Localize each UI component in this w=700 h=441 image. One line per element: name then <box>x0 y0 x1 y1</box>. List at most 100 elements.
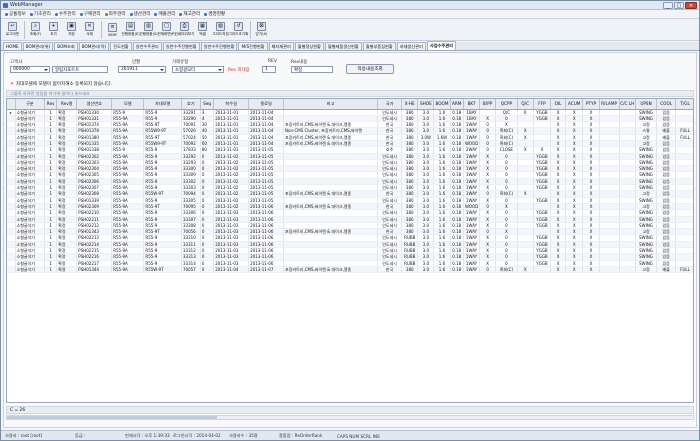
toolbar-button-13[interactable]: ⊠ 닫기(X) <box>253 19 270 40</box>
tab-5[interactable]: 일반수주관리 <box>132 42 162 50</box>
menu-item-6[interactable]: 매출관리 <box>154 11 175 17</box>
tab-1[interactable]: BOM관리(위) <box>22 42 54 50</box>
column-header[interactable]: SHOE <box>417 99 435 110</box>
column-header[interactable]: Rev <box>44 99 58 110</box>
column-header[interactable]: UPSN <box>635 99 658 110</box>
column-header[interactable]: 차대모델 <box>143 99 183 110</box>
menu-item-8[interactable]: 경영현황 <box>204 11 225 17</box>
column-header[interactable]: Q/C <box>517 99 534 110</box>
column-header[interactable]: T/GL <box>675 99 693 110</box>
table-cell: 2013-11-04 <box>213 266 250 274</box>
status-keys: CAPS NUM SCRL INS <box>337 433 380 439</box>
table-cell <box>7 266 16 274</box>
toolbar-button-6[interactable]: ▤ 진행현황(E) <box>121 19 140 40</box>
column-header[interactable]: 착수일 <box>213 99 250 110</box>
column-header[interactable]: OIL <box>550 99 566 110</box>
tab-13[interactable]: 자재생산관리 <box>396 42 426 50</box>
close-button[interactable]: ✕ <box>685 2 697 9</box>
menu-item-2[interactable]: 수주관리 <box>54 11 76 17</box>
tab-12[interactable]: 월별부품집현황 <box>362 42 396 50</box>
tab-8[interactable]: M/S진행현황 <box>238 42 268 50</box>
table-cell: 70057 <box>181 266 201 274</box>
column-header[interactable]: Seq <box>200 99 215 110</box>
tab-10[interactable]: 월별정상현황 <box>294 42 324 50</box>
menu-item-4[interactable]: 외주관리 <box>104 11 126 17</box>
column-header[interactable]: COOL <box>656 99 677 110</box>
tab-9[interactable]: 폐자재관리 <box>268 42 294 50</box>
rev-content-field[interactable]: 확정 <box>291 66 333 73</box>
column-header[interactable]: Rev명 <box>56 99 78 110</box>
status-time: 현재시각 : 오후 1:39:33 <box>125 433 170 438</box>
column-header[interactable]: QCPP <box>495 99 518 110</box>
year-label: 년월 <box>132 60 141 65</box>
column-header[interactable]: 모델 <box>111 99 145 110</box>
toolbar-icon: ⎙ <box>180 22 189 31</box>
close-icon[interactable]: ✕ <box>10 82 14 87</box>
column-header[interactable]: 비고 <box>283 99 379 110</box>
tab-3[interactable]: BOM관리(적) <box>78 42 110 50</box>
column-header[interactable] <box>7 99 16 110</box>
table-cell: 확정 <box>56 266 78 274</box>
toolbar-button-10[interactable]: ▦ 엑셀 <box>194 19 211 40</box>
column-header[interactable]: C/C LH <box>619 99 636 110</box>
scrollbar-thumb[interactable] <box>7 416 217 419</box>
toolbar-button-2[interactable]: + 추가 <box>45 19 62 40</box>
owner-name-field[interactable]: 알림자포트트 <box>52 66 108 73</box>
menu-item-0[interactable]: 공통정보 <box>5 11 26 17</box>
maximize-button[interactable]: □ <box>674 2 684 9</box>
column-header[interactable]: 종료일 <box>248 99 285 110</box>
menu-item-7[interactable]: 재고관리 <box>179 11 200 17</box>
tab-14[interactable]: 사업수주관리 <box>426 41 456 50</box>
column-header[interactable]: 구분 <box>15 99 46 110</box>
tab-6[interactable]: 일반수주진행현황 <box>162 42 200 50</box>
horizontal-scrollbar[interactable] <box>6 415 694 420</box>
menu-item-3[interactable]: 구매관리 <box>79 11 101 17</box>
menu-bullet-icon <box>204 12 208 16</box>
apply-search-button[interactable]: 적용내용조회 <box>346 64 394 74</box>
toolbar-button-9[interactable]: ⎙ 인쇄미리보기 <box>175 19 194 40</box>
toolbar-button-0[interactable]: ↩ 로그아웃 <box>4 19 21 40</box>
column-header[interactable]: 생산번호 <box>76 99 113 110</box>
rev-max-field[interactable]: 1 <box>262 66 276 73</box>
kind-select[interactable]: 소형광모터 <box>172 66 224 73</box>
toolbar-button-4[interactable]: ✕ 삭제 <box>81 19 98 40</box>
column-header[interactable]: PTYP <box>582 99 600 110</box>
column-header[interactable]: FFP <box>533 99 552 110</box>
menu-item-5[interactable]: 생산관리 <box>129 11 150 17</box>
owner-code-select[interactable]: 000000 <box>10 66 50 73</box>
column-header[interactable]: B/PP <box>479 99 497 110</box>
column-header[interactable]: X-HE <box>401 99 419 110</box>
tab-2[interactable]: BOM조회 <box>54 42 78 50</box>
toolbar-button-1[interactable]: ⌕ 조회(F) <box>27 19 44 40</box>
year-select[interactable]: 201911 <box>118 66 166 73</box>
table-cell: 배출 <box>656 266 677 274</box>
toolbar-button-12[interactable]: ↺ 그리드초기화 <box>229 19 248 40</box>
column-header[interactable]: ARM <box>450 99 464 110</box>
menu-item-1[interactable]: 기초관리 <box>29 11 51 17</box>
toolbar-button-5[interactable]: ≡ BOM <box>104 19 121 40</box>
column-header[interactable]: 호기 <box>181 99 201 110</box>
minimize-button[interactable]: _ <box>663 2 673 9</box>
column-header[interactable]: R/LAMP <box>599 99 620 110</box>
table-cell: X <box>550 266 566 274</box>
group-by-panel[interactable]: 그룹화 하려면 컬럼을 여기에 끌어다 놓으세요 <box>6 90 694 97</box>
table-row[interactable]: 소형굴삭기 1 확정 PSH01344 R55-9A R55W-9T 70057 0 2013-… <box>7 266 693 274</box>
toolbar-button-8[interactable]: □ 전체화면(P) <box>157 19 176 40</box>
column-header[interactable]: BOOM <box>433 99 451 110</box>
toolbar-separator <box>250 21 251 39</box>
tab-7[interactable]: 일반수주진행현황 <box>200 42 238 50</box>
toolbar-button-11[interactable]: ▧ 그리드저장 <box>212 19 229 40</box>
table-cell: R55-9A <box>111 266 145 274</box>
toolbar-icon: ▣ <box>67 22 76 31</box>
column-header[interactable]: BKT <box>463 99 481 110</box>
toolbar-button-7[interactable]: ▥ 진행현황(S) <box>139 19 158 40</box>
tab-0[interactable]: HOME <box>3 42 22 50</box>
tab-4[interactable]: 진도현황 <box>110 42 132 50</box>
grid-footer: C = 26 <box>6 406 694 414</box>
toolbar-button-3[interactable]: ▣ 저장 <box>63 19 80 40</box>
column-header[interactable]: 국가 <box>377 99 403 110</box>
toolbar-icon: ⌕ <box>31 22 40 31</box>
tab-11[interactable]: 월별제품생산현황 <box>324 42 362 50</box>
column-header[interactable]: ACUM <box>565 99 584 110</box>
table-cell: 2013-11-07 <box>248 266 285 274</box>
